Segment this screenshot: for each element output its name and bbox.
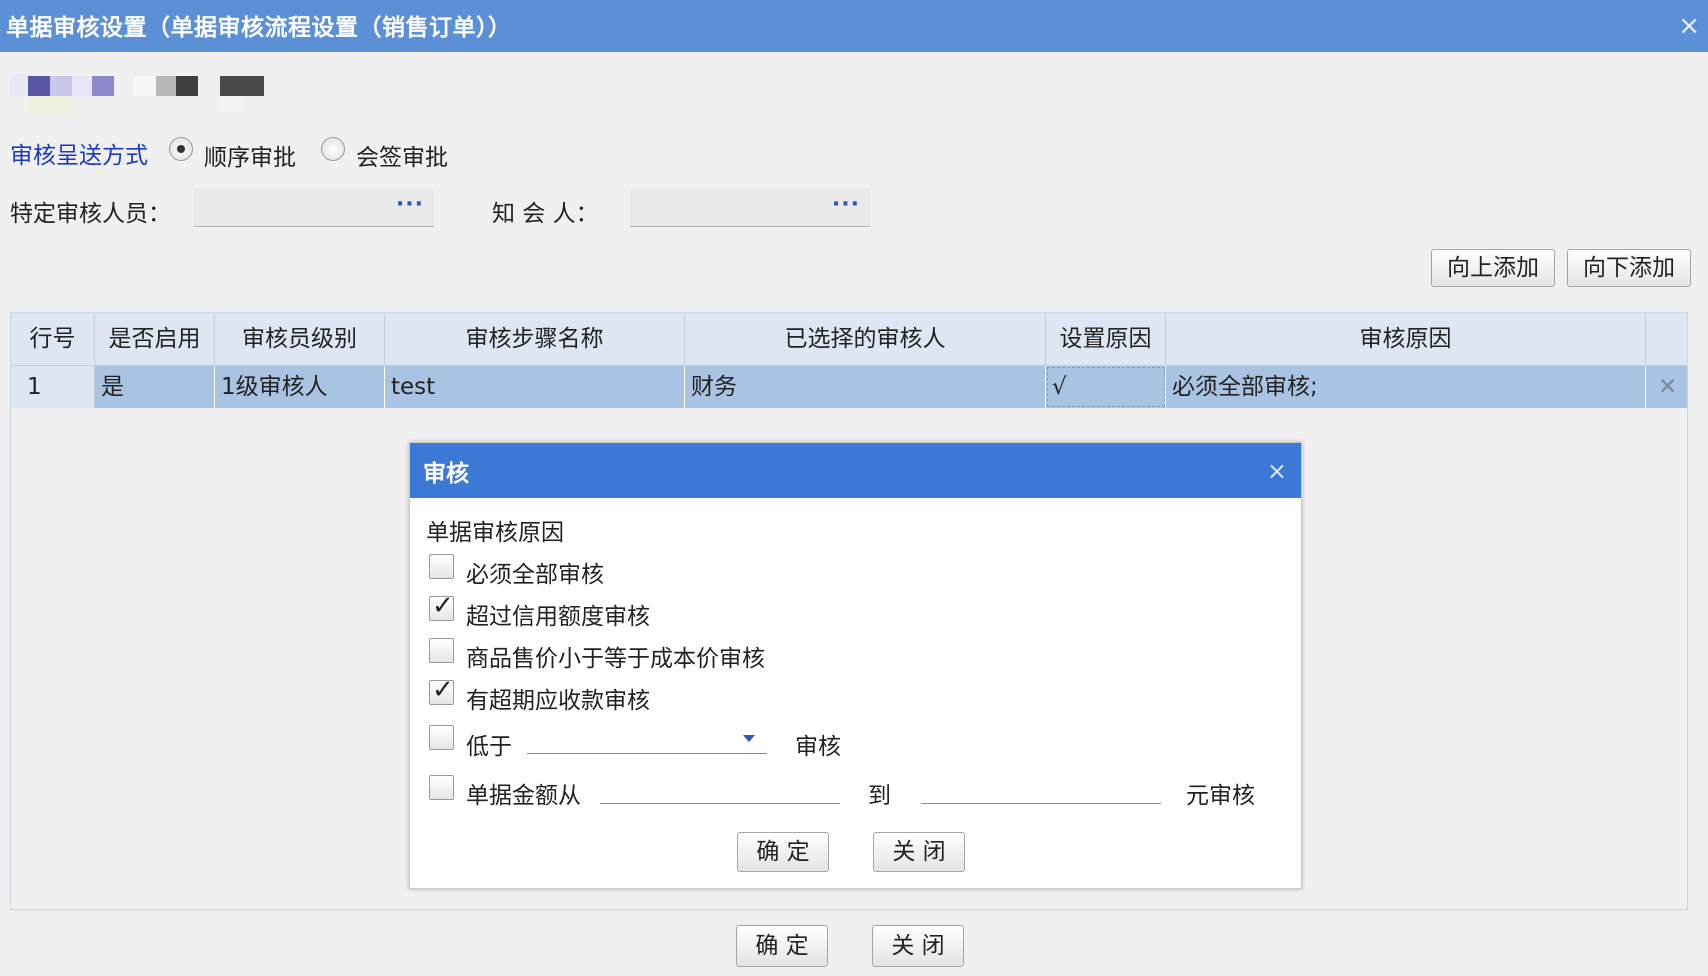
checkbox-overdue-receivable[interactable]: ✓: [429, 675, 454, 705]
checkbox-credit-limit-label[interactable]: 超过信用额度审核: [466, 597, 650, 631]
radio-countersign[interactable]: [321, 137, 345, 161]
cell-reason[interactable]: 必须全部审核;: [1166, 366, 1646, 408]
checkbox-below-cost[interactable]: [429, 638, 454, 663]
ellipsis-icon[interactable]: ···: [396, 192, 424, 217]
checkbox-amount-range-label[interactable]: 单据金额从: [466, 776, 581, 810]
checkbox-below-cost-label[interactable]: 商品售价小于等于成本价审核: [466, 639, 765, 673]
confirm-button[interactable]: 确 定: [736, 925, 828, 967]
dialog-confirm-button[interactable]: 确 定: [737, 832, 829, 872]
dialog-close-icon[interactable]: ×: [1267, 457, 1287, 485]
ellipsis-icon[interactable]: ···: [832, 192, 860, 217]
checkmark-icon: ✓: [432, 675, 454, 705]
window-titlebar: 单据审核设置（单据审核流程设置（销售订单）） ×: [0, 0, 1708, 52]
cell-row-no: 1: [11, 366, 95, 408]
column-header-level: 审核员级别: [215, 313, 385, 365]
dialog-section-label: 单据审核原因: [426, 520, 564, 546]
table-header: 行号 是否启用 审核员级别 审核步骤名称 已选择的审核人 设置原因 审核原因: [11, 313, 1687, 366]
column-header-actions: [1646, 313, 1687, 365]
dialog-title: 审核: [423, 461, 469, 487]
checkbox-credit-limit[interactable]: ✓: [429, 591, 454, 621]
column-header-enabled: 是否启用: [95, 313, 215, 365]
checkbox-overdue-receivable-label[interactable]: 有超期应收款审核: [466, 681, 650, 715]
dropdown-caret-icon[interactable]: [743, 735, 755, 742]
window-close-icon[interactable]: ×: [1678, 11, 1700, 41]
cc-picker[interactable]: ···: [630, 188, 870, 227]
dialog-close-button[interactable]: 关 闭: [873, 832, 965, 872]
radio-sequential-label[interactable]: 顺序审批: [204, 138, 296, 172]
close-button[interactable]: 关 闭: [872, 925, 964, 967]
checkbox-below[interactable]: [429, 725, 454, 750]
cell-step-name[interactable]: test: [385, 366, 685, 408]
column-header-reason: 审核原因: [1166, 313, 1646, 365]
dialog-header: 审核 ×: [410, 443, 1301, 498]
column-header-reviewers: 已选择的审核人: [685, 313, 1046, 365]
cell-level[interactable]: 1级审核人: [215, 366, 385, 408]
checkbox-amount-range[interactable]: [429, 775, 454, 800]
checkbox-below-label[interactable]: 低于: [466, 727, 512, 761]
delete-row-icon[interactable]: ✕: [1646, 366, 1687, 408]
cc-label: 知 会 人：: [492, 201, 599, 227]
specific-reviewer-label: 特定审核人员：: [10, 201, 171, 227]
window-title: 单据审核设置（单据审核流程设置（销售订单））: [6, 15, 512, 41]
amount-from-input[interactable]: [600, 773, 840, 804]
amount-to-label: 到: [868, 783, 891, 809]
checkmark-icon: ✓: [432, 591, 454, 621]
add-below-button[interactable]: 向下添加: [1567, 249, 1691, 287]
approval-mode-label: 审核呈送方式: [10, 143, 148, 169]
specific-reviewer-picker[interactable]: ···: [194, 188, 434, 227]
amount-suffix-label: 元审核: [1186, 783, 1255, 809]
cell-reviewers[interactable]: 财务: [685, 366, 1046, 408]
cell-enabled[interactable]: 是: [95, 366, 215, 408]
column-header-row-no: 行号: [11, 313, 95, 365]
table-row[interactable]: 1 是 1级审核人 test 财务 √ 必须全部审核; ✕: [11, 366, 1687, 408]
audit-reason-dialog: 审核 × 单据审核原因 必须全部审核 ✓ 超过信用额度审核 商品售价小于等于成本…: [409, 442, 1302, 889]
column-header-step-name: 审核步骤名称: [385, 313, 685, 365]
below-select[interactable]: [527, 723, 767, 754]
radio-sequential[interactable]: [169, 137, 193, 161]
add-above-button[interactable]: 向上添加: [1431, 249, 1555, 287]
cell-set-reason[interactable]: √: [1046, 366, 1166, 408]
checkbox-all-required-label[interactable]: 必须全部审核: [466, 555, 604, 589]
column-header-set-reason: 设置原因: [1046, 313, 1166, 365]
amount-to-input[interactable]: [921, 773, 1161, 804]
below-suffix-label: 审核: [795, 734, 841, 760]
radio-countersign-label[interactable]: 会签审批: [356, 138, 448, 172]
checkbox-all-required[interactable]: [429, 554, 454, 579]
